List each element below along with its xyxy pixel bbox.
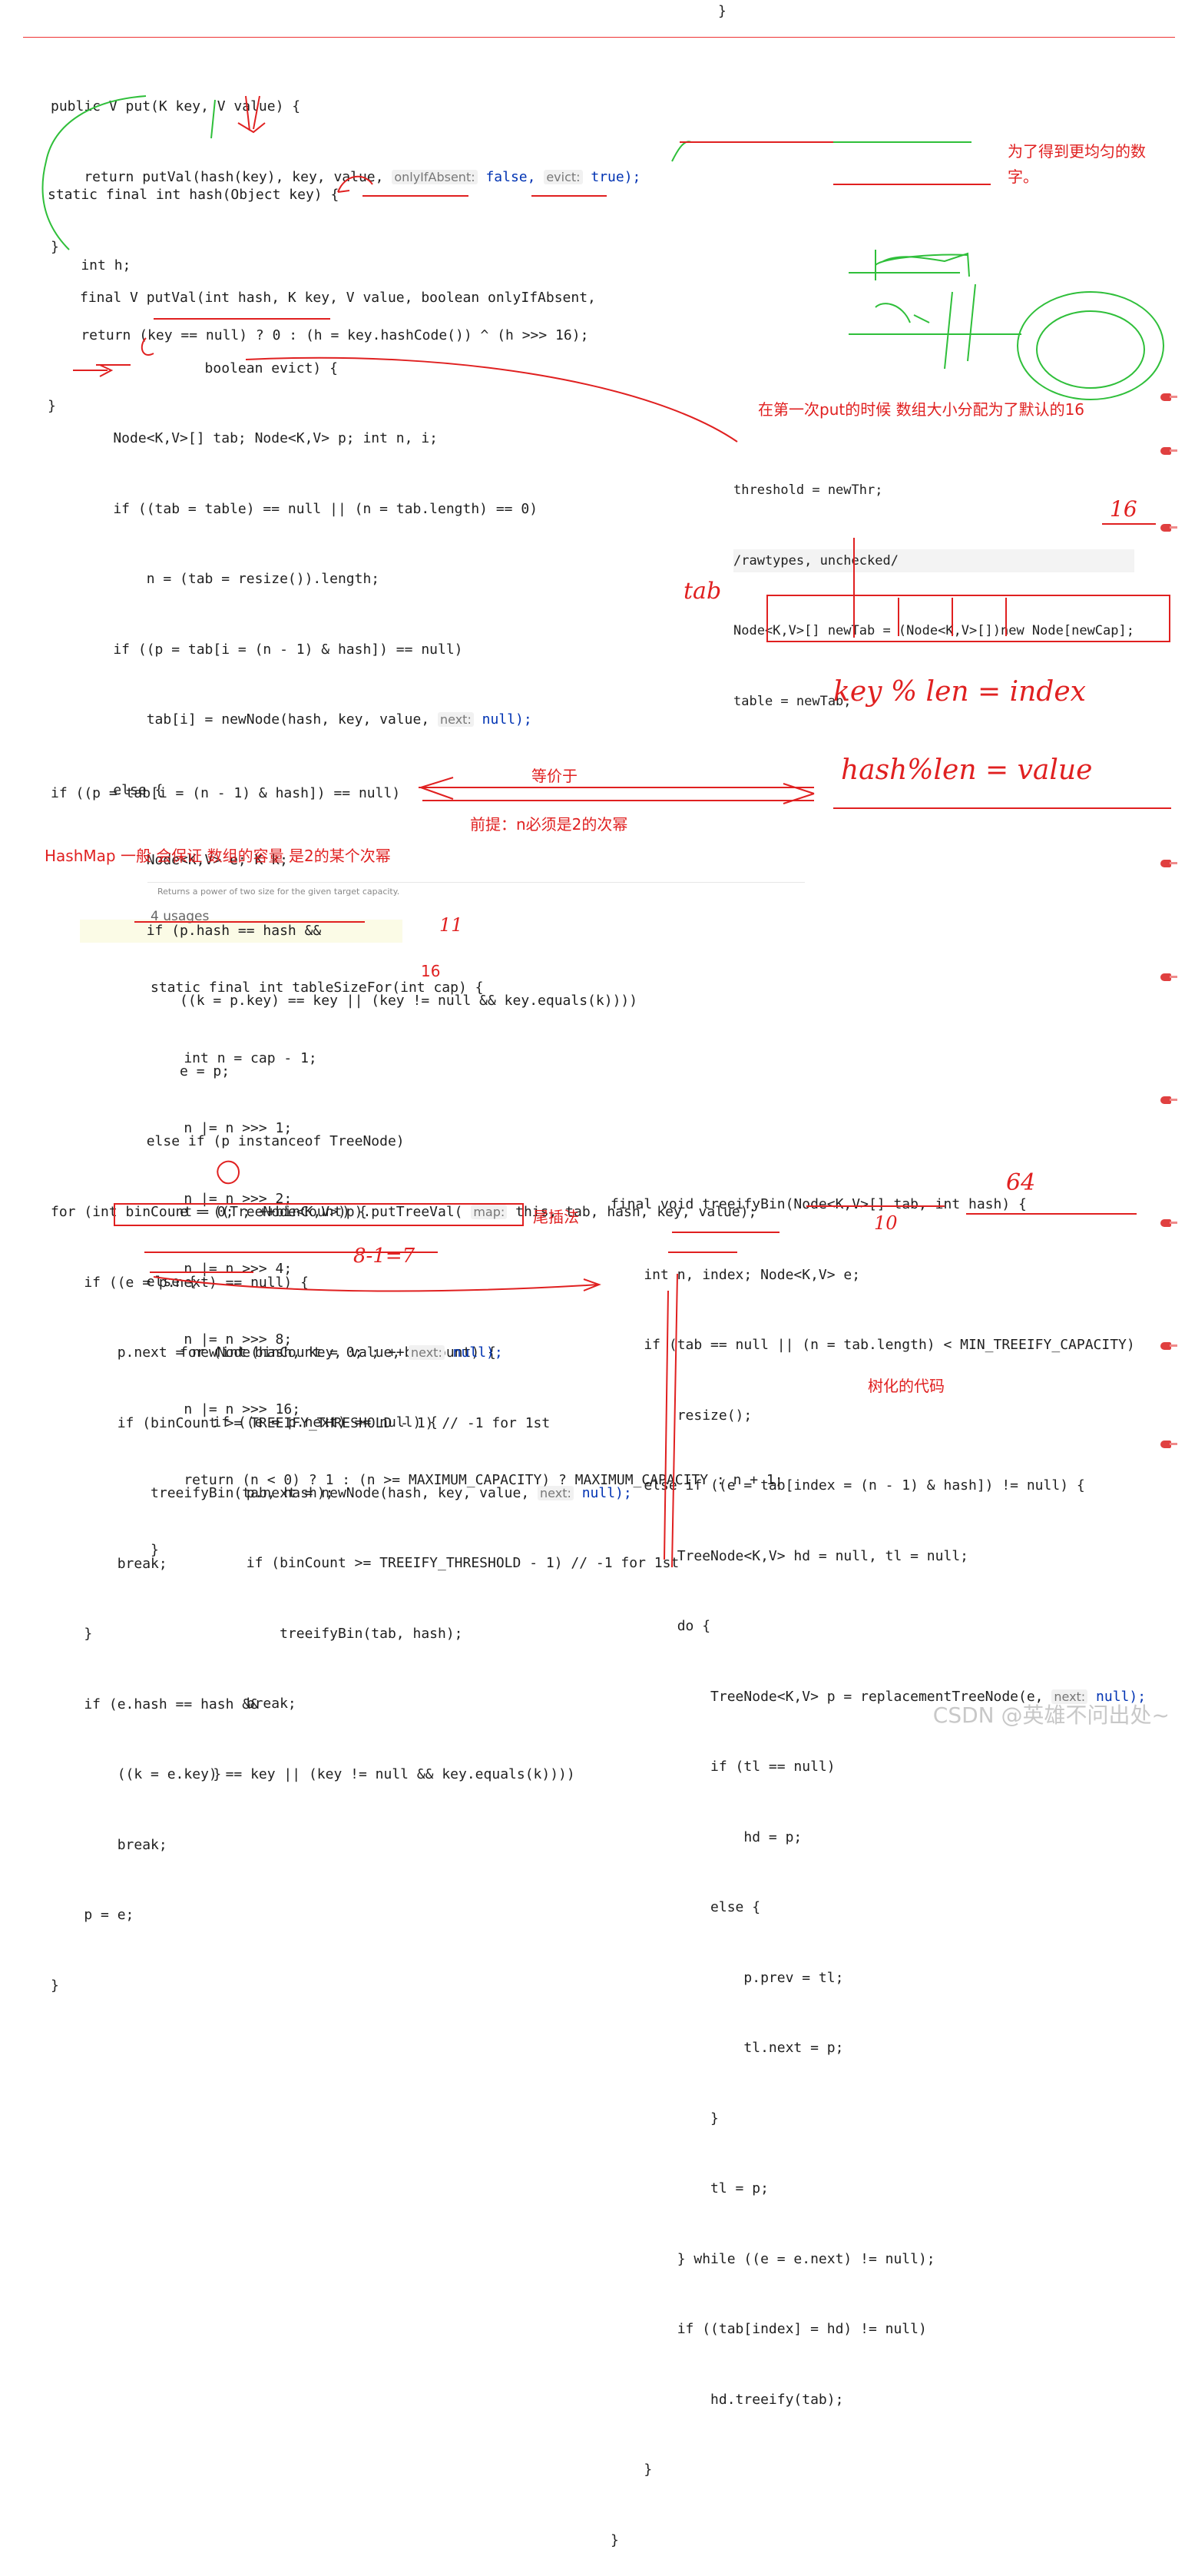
code-line: if (tl == null) — [611, 1759, 836, 1775]
array-dividers — [853, 538, 1007, 638]
code-line: } — [611, 2110, 719, 2127]
code-line: p = e; — [51, 1907, 134, 1923]
green-hand-6110 — [875, 303, 930, 323]
code-line: tl.next = p; — [611, 2040, 844, 2056]
code-line: break; — [51, 1836, 167, 1853]
code-line: hd.treeify(tab); — [611, 2391, 844, 2408]
code-line: } while ((e = e.next) != null); — [611, 2250, 935, 2267]
code-line: p.prev = tl; — [611, 1969, 844, 1986]
green-lines — [849, 272, 1021, 370]
red-underlines-3 — [144, 1252, 438, 1273]
double-arrow — [419, 777, 815, 804]
red-arrow-if — [73, 364, 114, 377]
red-arrow-to-resize — [245, 356, 738, 443]
code-line: tl = p; — [611, 2180, 769, 2196]
code-line: } — [51, 1977, 59, 1994]
green-circle-inner — [1036, 310, 1145, 389]
red-arrow-treeify — [153, 1276, 601, 1292]
red-vertical — [664, 1273, 678, 1568]
red-underlines-4 — [672, 1205, 1137, 1233]
code-line: } — [611, 2462, 653, 2478]
green-circle — [1017, 291, 1164, 400]
green-ticks — [210, 99, 692, 162]
watermark: CSDN @英雄不问出处~ — [932, 1702, 1170, 1728]
red-n-circle — [141, 337, 154, 356]
code-line: hd = p; — [611, 1828, 803, 1845]
code-line: if ((tab[index] = hd) != null) — [611, 2321, 927, 2337]
annotation-strokes — [41, 95, 1164, 1568]
red-curve — [337, 175, 373, 193]
code-line: ((k = e.key) == key || (key != null && k… — [51, 1766, 575, 1782]
red-zero-circle — [217, 1160, 240, 1185]
code-line: } — [611, 2531, 619, 2548]
red-arrow-hash — [237, 95, 266, 134]
code-line: else { — [611, 1899, 761, 1915]
green-scribble — [875, 254, 968, 266]
green-bracket — [41, 95, 147, 250]
